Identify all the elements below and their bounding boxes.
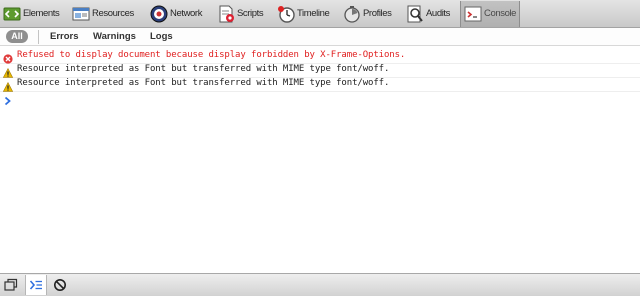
tab-network-label: Network — [170, 8, 203, 19]
clear-console-icon — [54, 279, 66, 291]
console-drawer-icon — [29, 280, 42, 290]
tab-elements[interactable]: Elements — [2, 1, 64, 27]
filter-divider — [38, 30, 39, 44]
tab-console[interactable]: Console — [460, 1, 520, 27]
status-bar — [0, 273, 640, 296]
tab-scripts[interactable]: Scripts — [216, 1, 268, 27]
undock-button[interactable] — [1, 275, 23, 295]
tab-audits[interactable]: Audits — [405, 1, 455, 27]
timeline-icon — [276, 4, 296, 24]
error-icon — [3, 51, 13, 64]
audits-icon — [405, 4, 425, 24]
tab-timeline-label: Timeline — [297, 8, 330, 19]
console-message-warning: Resource interpreted as Font but transfe… — [0, 63, 640, 78]
console-message-error: Refused to display document because disp… — [0, 49, 640, 64]
undock-icon — [4, 278, 18, 291]
warning-icon — [2, 65, 14, 78]
tab-timeline[interactable]: Timeline — [276, 1, 334, 27]
clear-console-button[interactable] — [50, 275, 72, 295]
tab-resources[interactable]: Resources — [71, 1, 141, 27]
profiles-icon — [342, 4, 362, 24]
tab-profiles[interactable]: Profiles — [342, 1, 398, 27]
filter-logs[interactable]: Logs — [150, 31, 173, 42]
tab-audits-label: Audits — [426, 8, 451, 19]
console-icon — [463, 4, 483, 24]
tab-elements-label: Elements — [23, 8, 60, 19]
warning-icon — [2, 79, 14, 92]
network-icon — [149, 4, 169, 24]
tab-console-label: Console — [484, 8, 517, 19]
tab-profiles-label: Profiles — [363, 8, 392, 19]
console-drawer-button[interactable] — [25, 275, 47, 295]
resources-icon — [71, 4, 91, 24]
filter-warnings[interactable]: Warnings — [93, 31, 136, 42]
devtools-toolbar: Elements Resources Network Scripts Timel… — [0, 0, 640, 28]
console-message-warning: Resource interpreted as Font but transfe… — [0, 77, 640, 92]
console-message-text: Resource interpreted as Font but transfe… — [17, 64, 390, 74]
filter-all[interactable]: All — [6, 30, 28, 43]
tab-scripts-label: Scripts — [237, 8, 264, 19]
tab-network[interactable]: Network — [149, 1, 207, 27]
elements-icon — [2, 4, 22, 24]
filter-errors[interactable]: Errors — [50, 31, 79, 42]
console-message-text: Resource interpreted as Font but transfe… — [17, 78, 390, 88]
prompt-chevron-icon[interactable] — [4, 93, 12, 106]
tab-resources-label: Resources — [92, 8, 134, 19]
scripts-icon — [216, 4, 236, 24]
console-message-text: Refused to display document because disp… — [17, 50, 406, 60]
console-filter-bar: All Errors Warnings Logs — [0, 28, 640, 46]
